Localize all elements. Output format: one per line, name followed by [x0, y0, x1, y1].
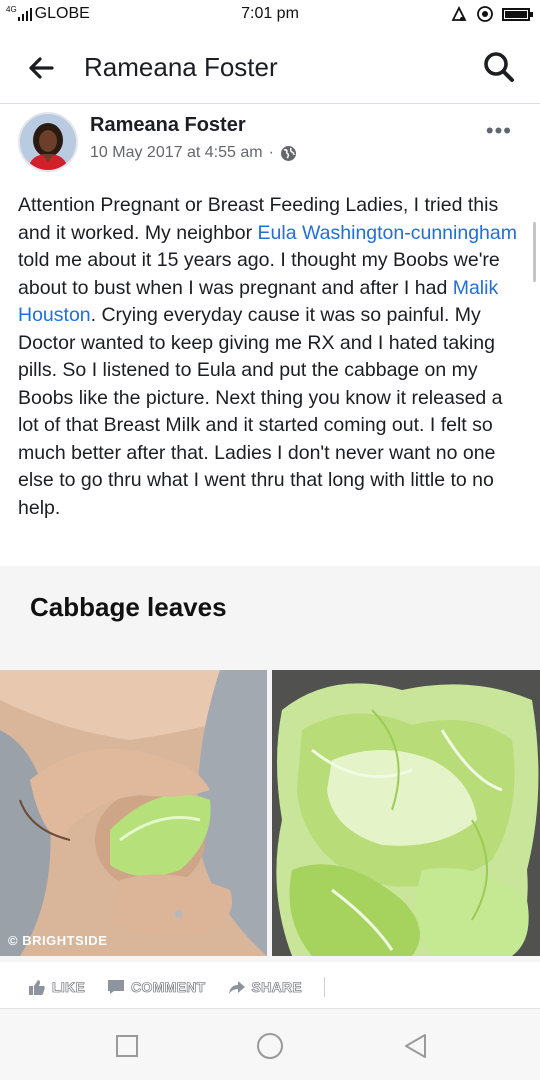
share-label: SHARE — [251, 979, 303, 996]
status-bar: 4G GLOBE 7:01 pm — [0, 0, 540, 30]
avatar[interactable] — [18, 112, 78, 172]
mention-link[interactable]: Eula Washington-cunningham — [258, 222, 517, 244]
like-button[interactable]: LIKE — [28, 978, 85, 996]
share-arrow-icon — [228, 981, 245, 994]
photo-watermark: © BRIGHTSIDE — [8, 933, 108, 948]
post-author[interactable]: Rameana Foster — [90, 114, 246, 137]
comments-count[interactable]: 6 COMME... — [414, 979, 491, 995]
post-stats: 51 LIKES 6 COMME... — [343, 979, 491, 995]
post-timestamp[interactable]: 10 May 2017 at 4:55 am — [90, 144, 263, 162]
photo-woman-cabbage[interactable]: © BRIGHTSIDE — [0, 670, 267, 956]
comment-icon — [108, 980, 125, 994]
meta-separator: · — [268, 144, 274, 161]
comment-label: COMMENT — [131, 979, 206, 996]
photo-woman-cabbage-art — [0, 670, 267, 956]
photo-cabbage-leaves-art — [272, 670, 540, 956]
battery-icon — [502, 7, 533, 21]
post-body: Attention Pregnant or Breast Feeding Lad… — [18, 192, 528, 522]
scrollbar[interactable] — [533, 222, 536, 282]
more-horizontal-icon[interactable]: ••• — [486, 118, 512, 144]
arrow-left-icon[interactable] — [24, 50, 60, 86]
action-divider — [324, 977, 326, 997]
photo-cabbage-leaves[interactable] — [272, 670, 540, 956]
post-text-segment: . Crying everyday cause it was so painfu… — [18, 304, 503, 519]
shared-image-card[interactable]: Cabbage leaves © BRIGHTSIDE — [0, 566, 540, 962]
post-actions: LIKE COMMENT SHARE 51 LIKES 6 COMME... — [0, 966, 540, 1008]
post-text-segment: told me about it 15 years ago. I thought… — [18, 249, 500, 299]
search-icon[interactable] — [480, 48, 518, 86]
thumbs-up-icon — [29, 980, 45, 995]
share-button[interactable]: SHARE — [228, 978, 303, 996]
card-title: Cabbage leaves — [30, 592, 227, 622]
comment-button[interactable]: COMMENT — [107, 978, 206, 996]
notification-icon — [451, 5, 467, 21]
status-icons — [450, 5, 533, 23]
post-meta: 10 May 2017 at 4:55 am · — [90, 144, 297, 162]
app-bar: Rameana Foster — [0, 30, 540, 104]
globe-icon — [280, 145, 296, 161]
sync-icon — [477, 6, 493, 22]
recents-icon[interactable] — [112, 1031, 142, 1061]
system-nav-bar — [0, 1008, 540, 1080]
likes-count[interactable]: 51 LIKES — [343, 979, 404, 995]
page-title: Rameana Foster — [84, 52, 278, 82]
home-icon[interactable] — [255, 1031, 285, 1061]
back-triangle-icon[interactable] — [400, 1031, 430, 1061]
post-header: Rameana Foster 10 May 2017 at 4:55 am · … — [0, 104, 540, 184]
like-label: LIKE — [52, 979, 86, 996]
avatar-image — [20, 114, 76, 170]
